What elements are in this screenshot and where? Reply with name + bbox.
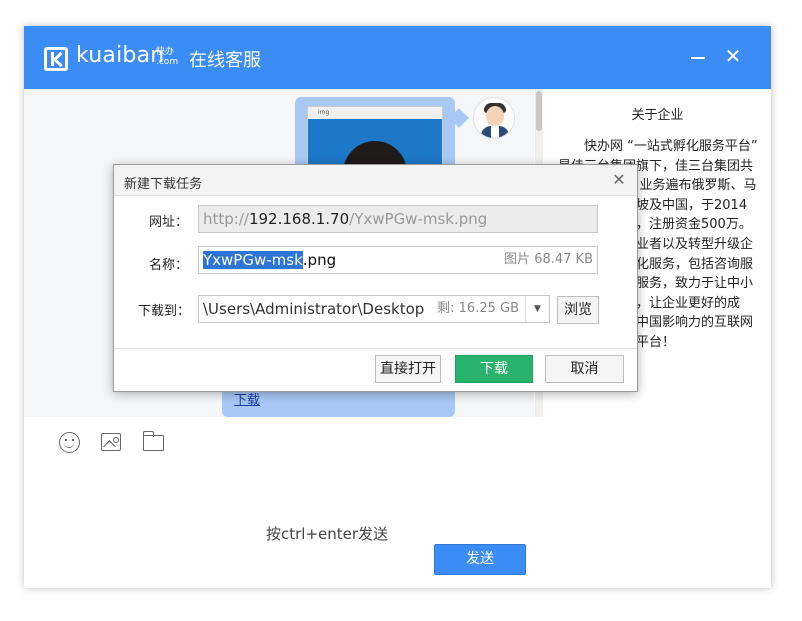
- chevron-down-icon[interactable]: ▼: [525, 296, 549, 322]
- composer-toolbar: [24, 417, 534, 457]
- dir-label: 下载到：: [137, 304, 190, 319]
- agent-avatar: [473, 97, 515, 139]
- new-download-dialog: 新建下载任务 ✕ 网址： http://192.168.1.70/YxwPGw-…: [113, 164, 638, 392]
- browse-button[interactable]: 浏览: [557, 296, 599, 324]
- url-prefix: http://: [203, 210, 249, 228]
- logo-text: kuaiban: [76, 43, 165, 68]
- about-title: 关于企业: [631, 108, 684, 123]
- dialog-divider: [114, 348, 637, 349]
- name-ext: .png: [302, 251, 337, 269]
- url-label: 网址：: [148, 215, 188, 230]
- logo-sub-line2: .com: [156, 57, 179, 67]
- picture-icon[interactable]: [101, 433, 121, 451]
- send-button[interactable]: 发送: [434, 544, 526, 575]
- scrollbar-thumb[interactable]: [536, 91, 542, 131]
- name-selected: YxwPGw-msk: [203, 251, 303, 269]
- url-path: /YxwPGw-msk.png: [349, 210, 488, 228]
- avatar-collar: [491, 126, 499, 138]
- avatar-face: [486, 106, 504, 126]
- open-directly-button[interactable]: 直接打开: [375, 355, 441, 383]
- free-space: 剩: 16.25 GB: [437, 301, 519, 316]
- dialog-title: 新建下载任务: [124, 177, 203, 192]
- window-title: 在线客服: [189, 50, 261, 71]
- send-hint: 按ctrl+enter发送: [266, 525, 389, 543]
- url-host: 192.168.1.70: [248, 210, 350, 228]
- url-field: http://192.168.1.70/YxwPGw-msk.png: [198, 205, 598, 233]
- title-bar: kuaiban 快办 .com 在线客服 ✕: [24, 26, 771, 89]
- dir-value: \Users\Administrator\Desktop: [203, 300, 425, 318]
- dialog-title-bar: 新建下载任务 ✕: [114, 165, 637, 196]
- name-label: 名称：: [148, 258, 188, 273]
- logo-sub-line1: 快办: [156, 47, 175, 57]
- dialog-close-icon[interactable]: ✕: [610, 171, 628, 189]
- file-size: 图片 68.47 KB: [504, 252, 593, 267]
- logo-sub: 快办 .com: [156, 47, 178, 67]
- close-icon[interactable]: ✕: [722, 46, 744, 68]
- download-dir-select[interactable]: \Users\Administrator\Desktop 剩: 16.25 GB ▼: [198, 295, 550, 323]
- cancel-button[interactable]: 取消: [545, 355, 624, 383]
- smile-icon[interactable]: [59, 432, 80, 453]
- minimize-icon[interactable]: [689, 45, 707, 67]
- download-button[interactable]: 下载: [455, 355, 533, 383]
- kuaiban-logo-icon: [44, 47, 68, 71]
- image-window-title: img: [308, 107, 442, 119]
- folder-icon[interactable]: [142, 431, 164, 451]
- file-name-field[interactable]: YxwPGw-msk.png 图片 68.47 KB: [198, 246, 598, 274]
